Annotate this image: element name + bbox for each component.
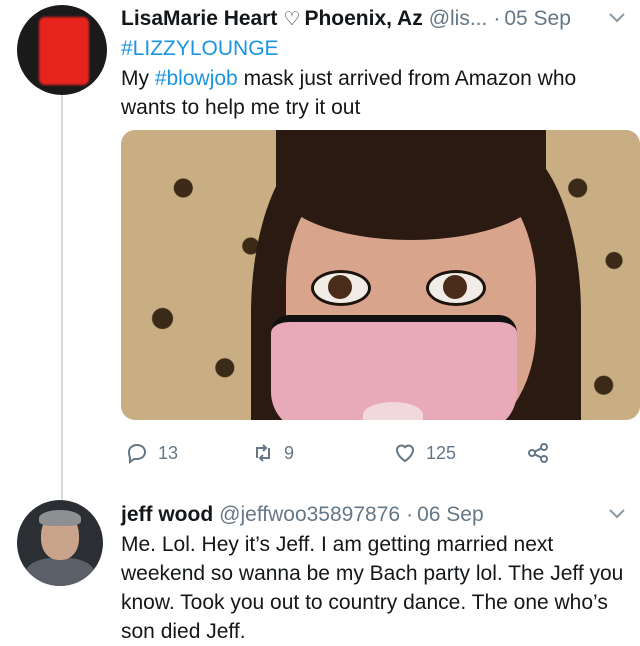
like-heart-icon (395, 444, 415, 463)
thread-connector-line (61, 92, 63, 506)
photo-bangs (276, 130, 546, 240)
redacted-avatar-blob (39, 17, 89, 85)
like-button[interactable]: 125 (393, 441, 456, 465)
reply-count: 13 (158, 442, 179, 463)
tweet-photo[interactable] (121, 130, 640, 420)
tweet-text: My #blowjob mask just arrived from Amazo… (121, 64, 626, 122)
tweet-date[interactable]: 06 Sep (417, 503, 484, 527)
separator-dot: · (493, 7, 501, 30)
share-button[interactable] (526, 441, 550, 465)
reply-icon (127, 443, 147, 464)
share-icon (528, 443, 548, 463)
tweet-jeff-wood[interactable]: jeff wood @jeffwoo35897876 · 06 Sep Me. … (121, 500, 626, 646)
user-handle[interactable]: @lis... (429, 7, 488, 31)
tweet-text: Me. Lol. Hey it’s Jeff. I am getting mar… (121, 533, 624, 643)
tweet-header: jeff wood @jeffwoo35897876 · 06 Sep (121, 500, 626, 530)
location-text: Phoenix, Az (304, 7, 423, 30)
display-name[interactable]: LisaMarie Heart (121, 7, 277, 31)
avatar-jeff-wood[interactable] (17, 500, 103, 586)
avatar-lisamarie[interactable] (17, 5, 107, 95)
tweet-header: LisaMarie Heart ♡ Phoenix, Az @lis... · … (121, 4, 626, 34)
retweet-count: 9 (284, 442, 295, 463)
chevron-down-icon[interactable] (608, 9, 626, 29)
separator-dot: · (406, 503, 414, 526)
avatar-shirt (25, 558, 95, 586)
heart-outline-icon: ♡ (283, 8, 301, 30)
tweet-lisamarie[interactable]: LisaMarie Heart ♡ Phoenix, Az @lis... · … (121, 4, 626, 122)
chevron-down-icon[interactable] (608, 505, 626, 525)
tweet-text-before: My (121, 67, 155, 90)
photo-eye-left (311, 270, 371, 306)
tweet-date[interactable]: 05 Sep (504, 7, 571, 31)
user-handle[interactable]: @jeffwoo35897876 (219, 503, 400, 527)
like-count: 125 (426, 442, 457, 463)
display-name[interactable]: jeff wood (121, 503, 213, 527)
reply-button[interactable]: 13 (125, 441, 178, 465)
retweet-icon (256, 444, 270, 462)
tweet-action-bar: 13 9 125 (121, 436, 581, 470)
hashtag-inline-link[interactable]: #blowjob (155, 67, 238, 90)
photo-eye-right (426, 270, 486, 306)
hashtag-link[interactable]: #LIZZYLOUNGE (121, 34, 626, 64)
avatar-hair (39, 510, 81, 526)
retweet-button[interactable]: 9 (251, 441, 294, 465)
